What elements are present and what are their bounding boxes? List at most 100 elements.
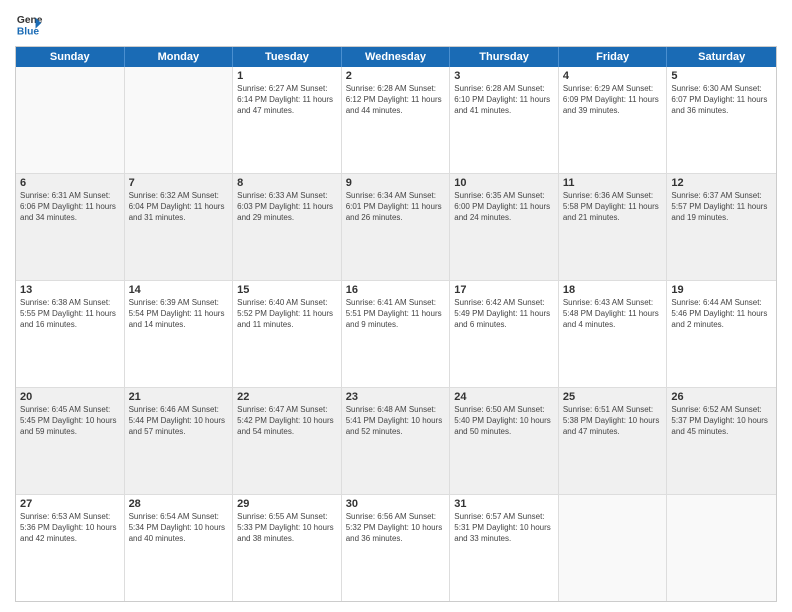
day-number: 1 <box>237 70 337 82</box>
cell-info: Sunrise: 6:34 AM Sunset: 6:01 PM Dayligh… <box>346 190 446 224</box>
calendar-cell-2-6: 19Sunrise: 6:44 AM Sunset: 5:46 PM Dayli… <box>667 281 776 387</box>
day-number: 30 <box>346 498 446 510</box>
logo-icon: General Blue <box>15 10 43 38</box>
day-number: 7 <box>129 177 229 189</box>
weekday-header-wednesday: Wednesday <box>342 47 451 67</box>
calendar-cell-3-0: 20Sunrise: 6:45 AM Sunset: 5:45 PM Dayli… <box>16 388 125 494</box>
cell-info: Sunrise: 6:39 AM Sunset: 5:54 PM Dayligh… <box>129 297 229 331</box>
calendar-cell-4-3: 30Sunrise: 6:56 AM Sunset: 5:32 PM Dayli… <box>342 495 451 601</box>
cell-info: Sunrise: 6:33 AM Sunset: 6:03 PM Dayligh… <box>237 190 337 224</box>
day-number: 5 <box>671 70 772 82</box>
calendar-cell-0-4: 3Sunrise: 6:28 AM Sunset: 6:10 PM Daylig… <box>450 67 559 173</box>
day-number: 16 <box>346 284 446 296</box>
calendar-cell-3-4: 24Sunrise: 6:50 AM Sunset: 5:40 PM Dayli… <box>450 388 559 494</box>
cell-info: Sunrise: 6:52 AM Sunset: 5:37 PM Dayligh… <box>671 404 772 438</box>
weekday-header-saturday: Saturday <box>667 47 776 67</box>
cell-info: Sunrise: 6:45 AM Sunset: 5:45 PM Dayligh… <box>20 404 120 438</box>
calendar-header: SundayMondayTuesdayWednesdayThursdayFrid… <box>16 47 776 67</box>
cell-info: Sunrise: 6:55 AM Sunset: 5:33 PM Dayligh… <box>237 511 337 545</box>
calendar-cell-2-1: 14Sunrise: 6:39 AM Sunset: 5:54 PM Dayli… <box>125 281 234 387</box>
cell-info: Sunrise: 6:54 AM Sunset: 5:34 PM Dayligh… <box>129 511 229 545</box>
weekday-header-sunday: Sunday <box>16 47 125 67</box>
cell-info: Sunrise: 6:41 AM Sunset: 5:51 PM Dayligh… <box>346 297 446 331</box>
calendar-cell-3-1: 21Sunrise: 6:46 AM Sunset: 5:44 PM Dayli… <box>125 388 234 494</box>
day-number: 27 <box>20 498 120 510</box>
calendar-cell-1-5: 11Sunrise: 6:36 AM Sunset: 5:58 PM Dayli… <box>559 174 668 280</box>
calendar-cell-4-5 <box>559 495 668 601</box>
cell-info: Sunrise: 6:56 AM Sunset: 5:32 PM Dayligh… <box>346 511 446 545</box>
cell-info: Sunrise: 6:36 AM Sunset: 5:58 PM Dayligh… <box>563 190 663 224</box>
cell-info: Sunrise: 6:37 AM Sunset: 5:57 PM Dayligh… <box>671 190 772 224</box>
calendar: SundayMondayTuesdayWednesdayThursdayFrid… <box>15 46 777 602</box>
calendar-cell-0-5: 4Sunrise: 6:29 AM Sunset: 6:09 PM Daylig… <box>559 67 668 173</box>
day-number: 9 <box>346 177 446 189</box>
calendar-cell-1-1: 7Sunrise: 6:32 AM Sunset: 6:04 PM Daylig… <box>125 174 234 280</box>
calendar-cell-1-0: 6Sunrise: 6:31 AM Sunset: 6:06 PM Daylig… <box>16 174 125 280</box>
calendar-cell-0-3: 2Sunrise: 6:28 AM Sunset: 6:12 PM Daylig… <box>342 67 451 173</box>
logo: General Blue <box>15 10 47 38</box>
calendar-cell-2-3: 16Sunrise: 6:41 AM Sunset: 5:51 PM Dayli… <box>342 281 451 387</box>
day-number: 15 <box>237 284 337 296</box>
day-number: 17 <box>454 284 554 296</box>
calendar-row-4: 27Sunrise: 6:53 AM Sunset: 5:36 PM Dayli… <box>16 495 776 601</box>
cell-info: Sunrise: 6:43 AM Sunset: 5:48 PM Dayligh… <box>563 297 663 331</box>
cell-info: Sunrise: 6:31 AM Sunset: 6:06 PM Dayligh… <box>20 190 120 224</box>
calendar-row-0: 1Sunrise: 6:27 AM Sunset: 6:14 PM Daylig… <box>16 67 776 174</box>
calendar-cell-0-6: 5Sunrise: 6:30 AM Sunset: 6:07 PM Daylig… <box>667 67 776 173</box>
cell-info: Sunrise: 6:38 AM Sunset: 5:55 PM Dayligh… <box>20 297 120 331</box>
day-number: 29 <box>237 498 337 510</box>
calendar-cell-2-2: 15Sunrise: 6:40 AM Sunset: 5:52 PM Dayli… <box>233 281 342 387</box>
calendar-cell-3-2: 22Sunrise: 6:47 AM Sunset: 5:42 PM Dayli… <box>233 388 342 494</box>
calendar-cell-4-6 <box>667 495 776 601</box>
cell-info: Sunrise: 6:44 AM Sunset: 5:46 PM Dayligh… <box>671 297 772 331</box>
cell-info: Sunrise: 6:32 AM Sunset: 6:04 PM Dayligh… <box>129 190 229 224</box>
cell-info: Sunrise: 6:50 AM Sunset: 5:40 PM Dayligh… <box>454 404 554 438</box>
weekday-header-thursday: Thursday <box>450 47 559 67</box>
cell-info: Sunrise: 6:35 AM Sunset: 6:00 PM Dayligh… <box>454 190 554 224</box>
calendar-cell-1-3: 9Sunrise: 6:34 AM Sunset: 6:01 PM Daylig… <box>342 174 451 280</box>
weekday-header-monday: Monday <box>125 47 234 67</box>
day-number: 28 <box>129 498 229 510</box>
calendar-cell-3-6: 26Sunrise: 6:52 AM Sunset: 5:37 PM Dayli… <box>667 388 776 494</box>
day-number: 31 <box>454 498 554 510</box>
cell-info: Sunrise: 6:47 AM Sunset: 5:42 PM Dayligh… <box>237 404 337 438</box>
day-number: 2 <box>346 70 446 82</box>
day-number: 23 <box>346 391 446 403</box>
day-number: 18 <box>563 284 663 296</box>
calendar-row-2: 13Sunrise: 6:38 AM Sunset: 5:55 PM Dayli… <box>16 281 776 388</box>
calendar-cell-1-2: 8Sunrise: 6:33 AM Sunset: 6:03 PM Daylig… <box>233 174 342 280</box>
cell-info: Sunrise: 6:29 AM Sunset: 6:09 PM Dayligh… <box>563 83 663 117</box>
cell-info: Sunrise: 6:27 AM Sunset: 6:14 PM Dayligh… <box>237 83 337 117</box>
calendar-cell-4-4: 31Sunrise: 6:57 AM Sunset: 5:31 PM Dayli… <box>450 495 559 601</box>
calendar-cell-4-0: 27Sunrise: 6:53 AM Sunset: 5:36 PM Dayli… <box>16 495 125 601</box>
calendar-cell-2-0: 13Sunrise: 6:38 AM Sunset: 5:55 PM Dayli… <box>16 281 125 387</box>
calendar-body: 1Sunrise: 6:27 AM Sunset: 6:14 PM Daylig… <box>16 67 776 601</box>
cell-info: Sunrise: 6:42 AM Sunset: 5:49 PM Dayligh… <box>454 297 554 331</box>
calendar-row-3: 20Sunrise: 6:45 AM Sunset: 5:45 PM Dayli… <box>16 388 776 495</box>
calendar-cell-3-3: 23Sunrise: 6:48 AM Sunset: 5:41 PM Dayli… <box>342 388 451 494</box>
day-number: 6 <box>20 177 120 189</box>
day-number: 3 <box>454 70 554 82</box>
day-number: 20 <box>20 391 120 403</box>
calendar-cell-3-5: 25Sunrise: 6:51 AM Sunset: 5:38 PM Dayli… <box>559 388 668 494</box>
cell-info: Sunrise: 6:28 AM Sunset: 6:12 PM Dayligh… <box>346 83 446 117</box>
day-number: 8 <box>237 177 337 189</box>
calendar-cell-2-5: 18Sunrise: 6:43 AM Sunset: 5:48 PM Dayli… <box>559 281 668 387</box>
cell-info: Sunrise: 6:28 AM Sunset: 6:10 PM Dayligh… <box>454 83 554 117</box>
day-number: 19 <box>671 284 772 296</box>
cell-info: Sunrise: 6:40 AM Sunset: 5:52 PM Dayligh… <box>237 297 337 331</box>
calendar-row-1: 6Sunrise: 6:31 AM Sunset: 6:06 PM Daylig… <box>16 174 776 281</box>
calendar-cell-0-0 <box>16 67 125 173</box>
cell-info: Sunrise: 6:53 AM Sunset: 5:36 PM Dayligh… <box>20 511 120 545</box>
calendar-cell-2-4: 17Sunrise: 6:42 AM Sunset: 5:49 PM Dayli… <box>450 281 559 387</box>
calendar-cell-1-6: 12Sunrise: 6:37 AM Sunset: 5:57 PM Dayli… <box>667 174 776 280</box>
calendar-cell-0-2: 1Sunrise: 6:27 AM Sunset: 6:14 PM Daylig… <box>233 67 342 173</box>
day-number: 25 <box>563 391 663 403</box>
day-number: 26 <box>671 391 772 403</box>
day-number: 10 <box>454 177 554 189</box>
weekday-header-friday: Friday <box>559 47 668 67</box>
cell-info: Sunrise: 6:48 AM Sunset: 5:41 PM Dayligh… <box>346 404 446 438</box>
header: General Blue <box>15 10 777 38</box>
cell-info: Sunrise: 6:46 AM Sunset: 5:44 PM Dayligh… <box>129 404 229 438</box>
day-number: 14 <box>129 284 229 296</box>
